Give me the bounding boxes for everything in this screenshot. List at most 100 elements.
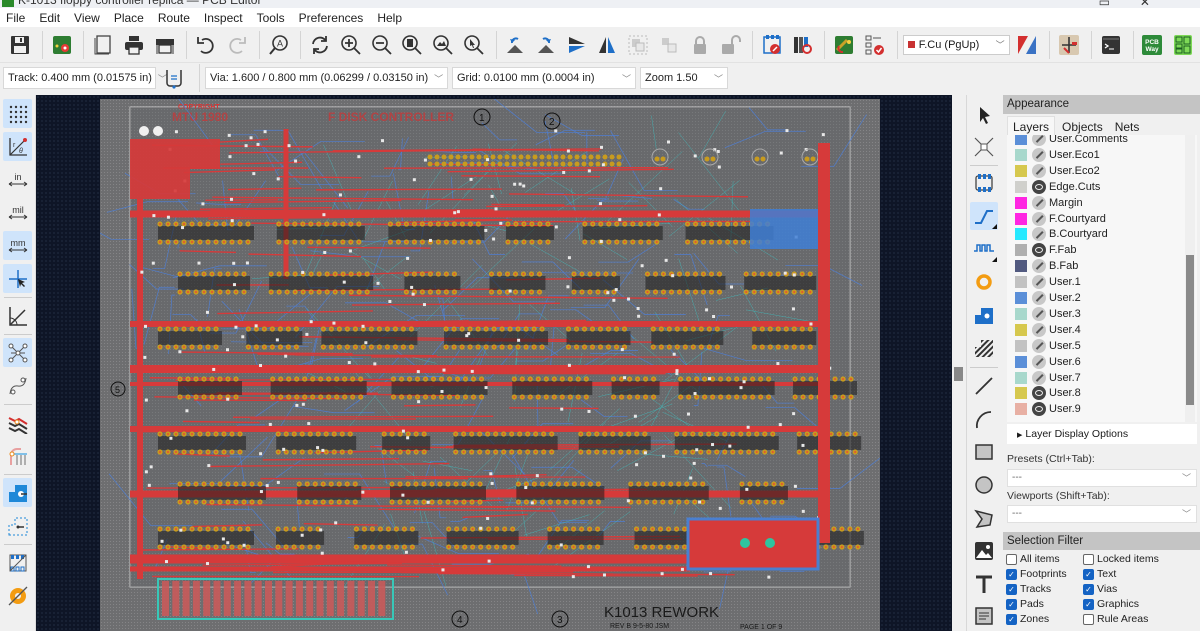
menu-preferences[interactable]: Preferences	[299, 11, 364, 25]
draw-polygon-button[interactable]	[970, 504, 998, 532]
eye-hidden-icon[interactable]	[1032, 163, 1046, 178]
zoom-fit-button[interactable]	[398, 31, 426, 59]
scrollbar-thumb[interactable]	[1186, 255, 1194, 405]
layer-row[interactable]: Edge.Cuts	[1015, 179, 1100, 195]
menu-inspect[interactable]: Inspect	[204, 11, 243, 25]
layer-row[interactable]: F.Fab	[1015, 242, 1077, 258]
add-footprint-button[interactable]	[970, 169, 998, 197]
add-textbox-button[interactable]	[970, 602, 998, 630]
eye-hidden-icon[interactable]	[1032, 354, 1046, 369]
eye-hidden-icon[interactable]	[1032, 259, 1046, 274]
layer-row[interactable]: User.6	[1015, 354, 1081, 370]
units-mil-button[interactable]: mil	[3, 198, 32, 227]
filter-zones-checkbox[interactable]: ✓ Zones	[1006, 612, 1049, 626]
layer-row[interactable]: User.1	[1015, 274, 1081, 290]
find-button[interactable]: A	[265, 31, 293, 59]
rotate-ccw-button[interactable]	[502, 31, 530, 59]
schematic-cross-button[interactable]	[830, 31, 858, 59]
track-width-select[interactable]: Track: 0.400 mm (0.01575 in) ﹀	[3, 67, 167, 89]
layer-color-swatch[interactable]	[1015, 292, 1027, 304]
eye-hidden-icon[interactable]	[1032, 135, 1046, 146]
layer-color-swatch[interactable]	[1015, 307, 1027, 320]
layer-row[interactable]: Margin	[1015, 195, 1083, 211]
eye-hidden-icon[interactable]	[1032, 338, 1046, 353]
eye-icon[interactable]	[1032, 402, 1046, 417]
zone-outline-button[interactable]	[3, 511, 32, 540]
rule-area-button[interactable]	[970, 334, 998, 362]
eye-hidden-icon[interactable]	[1032, 147, 1046, 162]
layer-row[interactable]: User.3	[1015, 306, 1081, 322]
via-size-select[interactable]: Via: 1.600 / 0.800 mm (0.06299 / 0.03150…	[205, 67, 448, 89]
eye-icon[interactable]	[1032, 386, 1046, 401]
grid-toggle-button[interactable]	[3, 99, 32, 128]
units-inch-button[interactable]: in	[3, 165, 32, 194]
layer-row[interactable]: B.Courtyard	[1015, 226, 1108, 242]
save-button[interactable]	[6, 31, 34, 59]
local-ratsnest-button[interactable]	[970, 133, 998, 161]
layer-color-swatch[interactable]	[1015, 180, 1027, 193]
pcbway-button[interactable]: PCB Way	[1139, 31, 1167, 59]
layer-row[interactable]: User.2	[1015, 290, 1081, 306]
cursor-crosshair-button[interactable]	[3, 264, 32, 293]
route-track-button[interactable]	[970, 202, 998, 230]
auto-track-width-button[interactable]	[160, 64, 188, 92]
zoom-in-button[interactable]	[337, 31, 365, 59]
plot-button[interactable]	[151, 31, 179, 59]
layer-color-swatch[interactable]	[1015, 276, 1027, 289]
draw-line-button[interactable]	[970, 372, 998, 400]
eye-hidden-icon[interactable]	[1032, 227, 1046, 242]
filter-footprints-checkbox[interactable]: ✓ Footprints	[1006, 567, 1067, 581]
fill-zones-button[interactable]	[3, 478, 32, 507]
add-image-button[interactable]	[970, 537, 998, 565]
layer-row[interactable]: User.Eco2	[1015, 163, 1100, 179]
layer-row[interactable]: User.9	[1015, 401, 1081, 417]
footprint-view-button[interactable]	[3, 548, 32, 577]
menu-tools[interactable]: Tools	[257, 11, 285, 25]
page-settings-button[interactable]	[89, 31, 117, 59]
group-button[interactable]	[624, 31, 652, 59]
viewports-select[interactable]: --- ﹀	[1007, 505, 1197, 523]
redo-button[interactable]	[223, 31, 251, 59]
plugin-button[interactable]	[1169, 31, 1197, 59]
layer-color-swatch[interactable]	[1015, 260, 1027, 273]
track-highlight-button[interactable]	[3, 441, 32, 470]
layer-row[interactable]: User.7	[1015, 370, 1081, 386]
layer-color-swatch[interactable]	[1015, 135, 1027, 145]
canvas-vertical-scrollbar[interactable]	[952, 95, 966, 631]
layer-row[interactable]: User.Eco1	[1015, 147, 1100, 163]
layer-row[interactable]: B.Fab	[1015, 258, 1078, 274]
pad-view-button[interactable]	[3, 581, 32, 610]
net-inspector-button[interactable]	[1055, 31, 1083, 59]
layer-pair-button[interactable]	[1014, 31, 1042, 59]
filter-locked-items-checkbox[interactable]: Locked items	[1083, 552, 1159, 566]
filter-all-items-checkbox[interactable]: All items	[1006, 552, 1060, 566]
menu-help[interactable]: Help	[377, 11, 402, 25]
layer-color-swatch[interactable]	[1015, 244, 1027, 257]
zoom-select[interactable]: Zoom 1.50 ﹀	[640, 67, 728, 89]
units-mm-button[interactable]: mm	[3, 231, 32, 260]
layer-color-swatch[interactable]	[1015, 148, 1027, 161]
filter-pads-checkbox[interactable]: ✓ Pads	[1006, 597, 1044, 611]
layer-row[interactable]: User.4	[1015, 322, 1081, 338]
mirror-button[interactable]	[594, 31, 622, 59]
add-via-button[interactable]	[970, 268, 998, 296]
menu-edit[interactable]: Edit	[39, 11, 60, 25]
layer-color-swatch[interactable]	[1015, 164, 1027, 177]
unlock-button[interactable]	[716, 31, 744, 59]
menu-place[interactable]: Place	[114, 11, 144, 25]
polar-coords-button[interactable]: rθ	[3, 132, 32, 161]
eye-hidden-icon[interactable]	[1032, 370, 1046, 385]
ratsnest-button[interactable]	[3, 338, 32, 367]
layer-color-swatch[interactable]	[1015, 355, 1027, 368]
layer-list-scrollbar[interactable]	[1185, 135, 1195, 422]
draw-arc-button[interactable]	[970, 405, 998, 433]
layer-color-swatch[interactable]	[1015, 228, 1027, 241]
net-highlight-button[interactable]	[3, 408, 32, 437]
footprint-browser-button[interactable]	[789, 31, 817, 59]
layer-selector[interactable]: F.Cu (PgUp) ﹀	[902, 34, 1010, 55]
ungroup-button[interactable]	[655, 31, 683, 59]
layer-display-options-toggle[interactable]: ▶ Layer Display Options	[1007, 424, 1197, 444]
eye-hidden-icon[interactable]	[1032, 195, 1046, 210]
angle-snap-button[interactable]	[3, 301, 32, 330]
grid-select[interactable]: Grid: 0.0100 mm (0.0004 in) ﹀	[452, 67, 636, 89]
